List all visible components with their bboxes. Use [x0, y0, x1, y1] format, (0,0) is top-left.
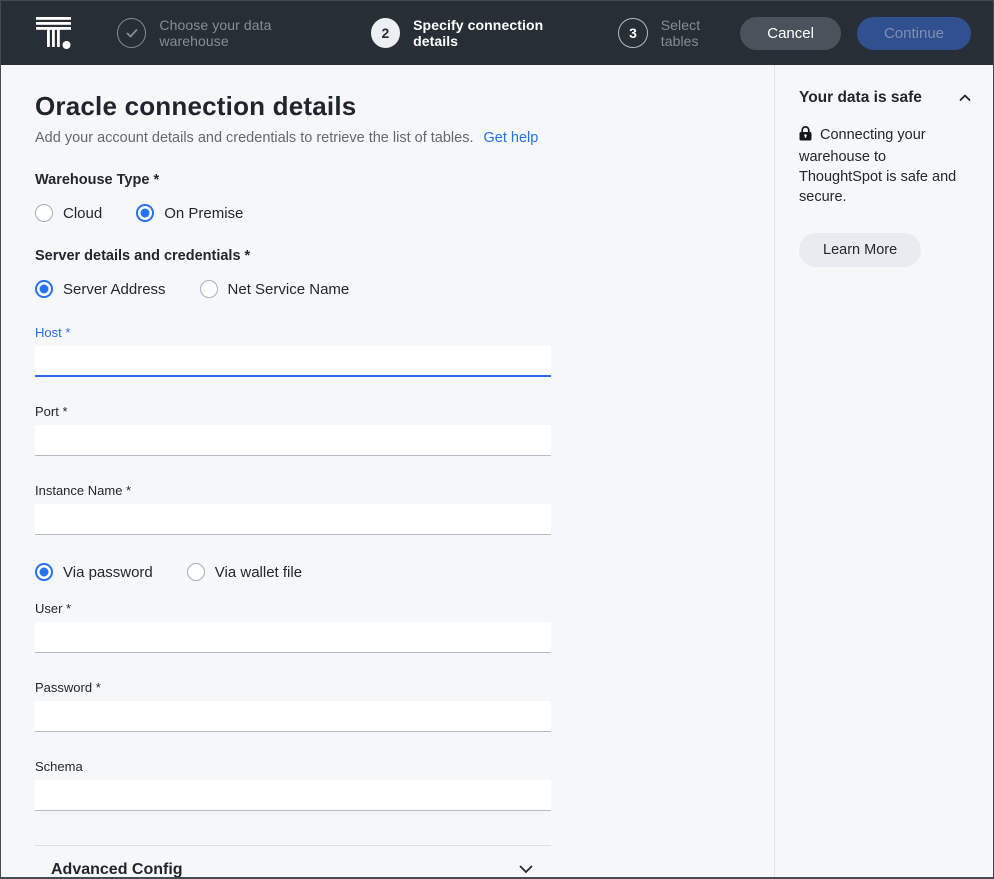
step-number-badge: 2 — [371, 18, 400, 48]
get-help-link[interactable]: Get help — [484, 130, 539, 146]
radio-label: On Premise — [164, 205, 243, 222]
radio-net-service-name[interactable]: Net Service Name — [200, 280, 350, 298]
step-connection-details[interactable]: 2 Specify connection details — [371, 17, 589, 49]
password-input[interactable] — [35, 701, 551, 732]
step-select-tables[interactable]: 3 Select tables — [618, 17, 740, 49]
user-field-label: User * — [35, 601, 551, 616]
page-subtitle: Add your account details and credentials… — [35, 130, 774, 146]
radio-circle-icon — [35, 280, 53, 298]
server-details-label: Server details and credentials * — [35, 248, 551, 264]
chevron-up-icon — [959, 89, 971, 107]
continue-button[interactable]: Continue — [857, 17, 971, 50]
step-number-badge: 3 — [618, 18, 647, 48]
warehouse-type-label: Warehouse Type * — [35, 172, 551, 188]
user-field-group: User * — [35, 601, 551, 653]
radio-label: Net Service Name — [228, 281, 350, 298]
instance-name-field-group: Instance Name * — [35, 483, 551, 535]
radio-circle-icon — [187, 563, 205, 581]
schema-field-label: Schema — [35, 759, 551, 774]
data-safety-header[interactable]: Your data is safe — [799, 89, 971, 107]
radio-via-wallet-file[interactable]: Via wallet file — [187, 563, 302, 581]
connection-setup-window: Choose your data warehouse 2 Specify con… — [0, 0, 994, 879]
user-input[interactable] — [35, 622, 551, 653]
page-title: Oracle connection details — [35, 91, 774, 122]
step-label: Specify connection details — [413, 17, 588, 49]
step-label: Choose your data warehouse — [159, 17, 340, 49]
radio-circle-icon — [136, 204, 154, 222]
password-field-group: Password * — [35, 680, 551, 732]
schema-field-group: Schema — [35, 759, 551, 811]
wizard-stepper: Choose your data warehouse 2 Specify con… — [117, 17, 740, 49]
host-field-group: Host * — [35, 325, 551, 377]
radio-on-premise[interactable]: On Premise — [136, 204, 243, 222]
chevron-down-icon — [519, 861, 533, 879]
port-field-label: Port * — [35, 404, 551, 419]
password-field-label: Password * — [35, 680, 551, 695]
top-bar: Choose your data warehouse 2 Specify con… — [1, 1, 993, 65]
advanced-config-toggle[interactable]: Advanced Config — [35, 845, 551, 879]
radio-circle-icon — [35, 204, 53, 222]
host-field-label: Host * — [35, 325, 551, 340]
lock-icon — [799, 126, 812, 147]
host-input[interactable] — [35, 346, 551, 377]
data-safety-title: Your data is safe — [799, 89, 922, 107]
thoughtspot-logo-icon — [35, 17, 73, 50]
main-panel: Oracle connection details Add your accou… — [1, 65, 774, 877]
step-done-check-icon — [117, 18, 146, 48]
radio-label: Via password — [63, 564, 153, 581]
step-label: Select tables — [661, 17, 741, 49]
step-choose-warehouse[interactable]: Choose your data warehouse — [117, 17, 341, 49]
data-safety-panel: Your data is safe Connecting your wareho… — [775, 65, 993, 877]
radio-circle-icon — [35, 563, 53, 581]
warehouse-type-options: Cloud On Premise — [35, 204, 551, 222]
learn-more-button[interactable]: Learn More — [799, 233, 921, 267]
data-safety-body-text: Connecting your warehouse to ThoughtSpot… — [799, 127, 956, 205]
auth-method-options: Via password Via wallet file — [35, 563, 551, 581]
schema-input[interactable] — [35, 780, 551, 811]
instance-name-field-label: Instance Name * — [35, 483, 551, 498]
port-input[interactable] — [35, 425, 551, 456]
radio-label: Server Address — [63, 281, 166, 298]
advanced-config-label: Advanced Config — [51, 861, 183, 879]
radio-label: Cloud — [63, 205, 102, 222]
radio-label: Via wallet file — [215, 564, 302, 581]
server-details-options: Server Address Net Service Name — [35, 280, 551, 298]
radio-server-address[interactable]: Server Address — [35, 280, 166, 298]
data-safety-text: Connecting your warehouse to ThoughtSpot… — [799, 125, 971, 207]
instance-name-input[interactable] — [35, 504, 551, 535]
port-field-group: Port * — [35, 404, 551, 456]
cancel-button[interactable]: Cancel — [740, 17, 841, 50]
radio-circle-icon — [200, 280, 218, 298]
subtitle-text: Add your account details and credentials… — [35, 130, 473, 146]
radio-via-password[interactable]: Via password — [35, 563, 153, 581]
radio-cloud[interactable]: Cloud — [35, 204, 102, 222]
